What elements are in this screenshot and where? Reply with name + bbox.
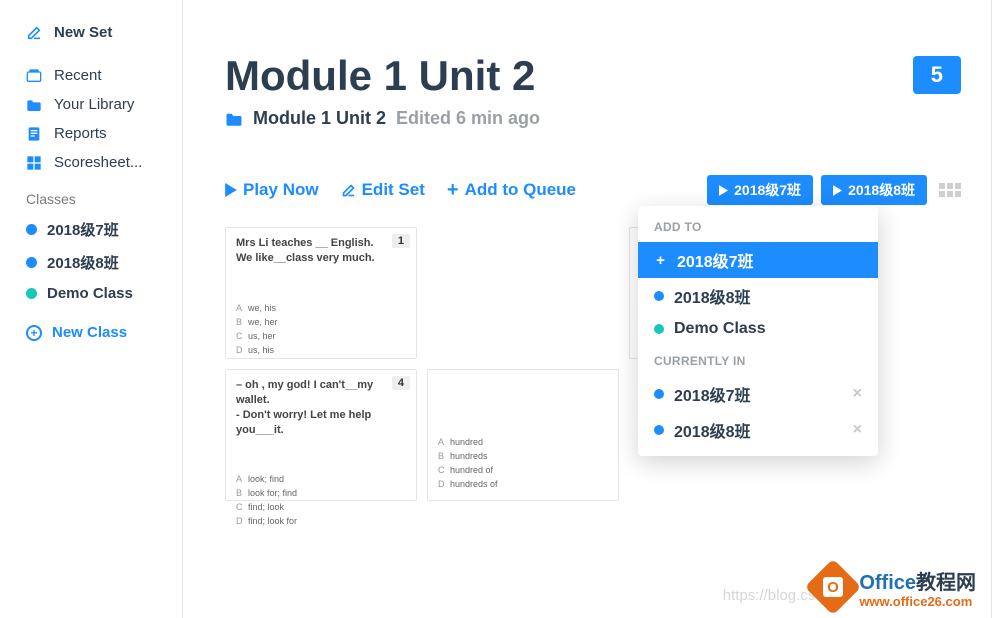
plus-icon: +: [654, 252, 667, 269]
watermark-url: www.office26.com: [859, 595, 976, 608]
reports-icon: [26, 126, 42, 142]
add-to-item[interactable]: + 2018级7班: [638, 242, 878, 278]
add-to-item-label: 2018级7班: [677, 248, 754, 272]
card-number: 1: [392, 234, 410, 248]
class-label: 2018级7班: [47, 219, 119, 240]
watermark-icon: O: [805, 559, 862, 616]
nav-recent[interactable]: Recent: [0, 61, 182, 90]
nav-label: Your Library: [54, 96, 134, 113]
classes-section-label: Classes: [0, 177, 182, 213]
class-item-1[interactable]: 2018级8班: [0, 246, 182, 279]
pill-label: 2018级7班: [734, 180, 801, 200]
class-color-dot: [26, 224, 37, 235]
new-class-button[interactable]: + New Class: [0, 318, 182, 347]
add-queue-label: Add to Queue: [465, 180, 576, 200]
currently-in-item[interactable]: 2018级8班 ×: [638, 412, 878, 448]
sidebar: New Set Recent Your Library Reports Sc: [0, 0, 183, 618]
remove-class-button[interactable]: ×: [853, 385, 862, 403]
currently-in-item[interactable]: 2018级7班 ×: [638, 376, 878, 412]
nav-library[interactable]: Your Library: [0, 90, 182, 119]
class-color-dot: [654, 389, 664, 399]
nav-label: Reports: [54, 125, 107, 142]
grid-view-toggle[interactable]: [939, 183, 961, 197]
breadcrumb: Module 1 Unit 2 Edited 6 min ago: [225, 108, 961, 129]
scoresheet-icon: [26, 155, 42, 171]
play-icon: [833, 185, 842, 196]
main-panel: Module 1 Unit 2 5 Module 1 Unit 2 Edited…: [183, 0, 992, 618]
class-pill-0[interactable]: 2018级7班: [707, 175, 813, 205]
currently-in-label: 2018级7班: [674, 382, 751, 406]
breadcrumb-name[interactable]: Module 1 Unit 2: [253, 108, 386, 129]
recent-icon: [26, 69, 42, 83]
new-set-label: New Set: [54, 24, 112, 41]
card-options: Awe, his Bwe, her Cus, her Dus, his: [236, 302, 406, 358]
dropdown-section-label: ADD TO: [638, 220, 878, 242]
nav-reports[interactable]: Reports: [0, 119, 182, 148]
watermark: O Office教程网 www.office26.com: [813, 566, 976, 608]
question-card[interactable]: 4 – oh , my god! I can't__my wallet. - D…: [225, 369, 417, 501]
nav-scoresheet[interactable]: Scoresheet...: [0, 148, 182, 177]
nav-label: Recent: [54, 67, 102, 84]
question-card[interactable]: 1 Mrs Li teaches __ English. We like__cl…: [225, 227, 417, 359]
add-to-dropdown: ADD TO + 2018级7班 2018级8班 Demo Class CURR…: [638, 206, 878, 456]
add-to-item[interactable]: Demo Class: [638, 314, 878, 344]
pill-label: 2018级8班: [848, 180, 915, 200]
plus-circle-icon: +: [26, 325, 42, 341]
class-label: Demo Class: [47, 285, 133, 302]
nav-label: Scoresheet...: [54, 154, 142, 171]
class-color-dot: [654, 324, 664, 334]
card-question: Mrs Li teaches __ English. We like__clas…: [236, 236, 406, 266]
page-title: Module 1 Unit 2: [225, 52, 535, 100]
edit-set-button[interactable]: Edit Set: [341, 180, 425, 200]
plus-icon: +: [447, 180, 459, 200]
play-now-button[interactable]: Play Now: [225, 180, 319, 200]
question-card[interactable]: Ahundred Bhundreds Chundred of Dhundreds…: [427, 369, 619, 501]
currently-in-label: 2018级8班: [674, 418, 751, 442]
class-color-dot: [26, 257, 37, 268]
new-class-label: New Class: [52, 324, 127, 341]
new-set-button[interactable]: New Set: [0, 18, 182, 47]
watermark-brand: Office教程网: [859, 572, 976, 594]
dropdown-section-label: CURRENTLY IN: [638, 354, 878, 376]
edit-icon: [26, 25, 42, 41]
play-icon: [225, 183, 237, 197]
folder-icon: [225, 111, 243, 127]
play-label: Play Now: [243, 180, 319, 200]
remove-class-button[interactable]: ×: [853, 421, 862, 439]
class-color-dot: [654, 291, 664, 301]
class-label: 2018级8班: [47, 252, 119, 273]
play-icon: [719, 185, 728, 196]
add-to-queue-button[interactable]: + Add to Queue: [447, 180, 576, 200]
add-to-item-label: Demo Class: [674, 320, 766, 338]
card-question: – oh , my god! I can't__my wallet. - Don…: [236, 378, 406, 437]
class-color-dot: [26, 288, 37, 299]
card-number: 4: [392, 376, 410, 390]
class-item-2[interactable]: Demo Class: [0, 279, 182, 308]
question-count-badge: 5: [913, 56, 961, 94]
card-options: Alook; find Blook for; find Cfind; look …: [236, 473, 406, 529]
edited-label: Edited 6 min ago: [396, 108, 540, 129]
class-pill-1[interactable]: 2018级8班: [821, 175, 927, 205]
class-color-dot: [654, 425, 664, 435]
edit-set-label: Edit Set: [362, 180, 425, 200]
class-item-0[interactable]: 2018级7班: [0, 213, 182, 246]
add-to-item[interactable]: 2018级8班: [638, 278, 878, 314]
edit-icon: [341, 183, 356, 198]
add-to-item-label: 2018级8班: [674, 284, 751, 308]
actions-row: Play Now Edit Set + Add to Queue 2018级7班…: [225, 175, 961, 205]
card-options: Ahundred Bhundreds Chundred of Dhundreds…: [438, 436, 608, 492]
folder-icon: [26, 98, 42, 112]
